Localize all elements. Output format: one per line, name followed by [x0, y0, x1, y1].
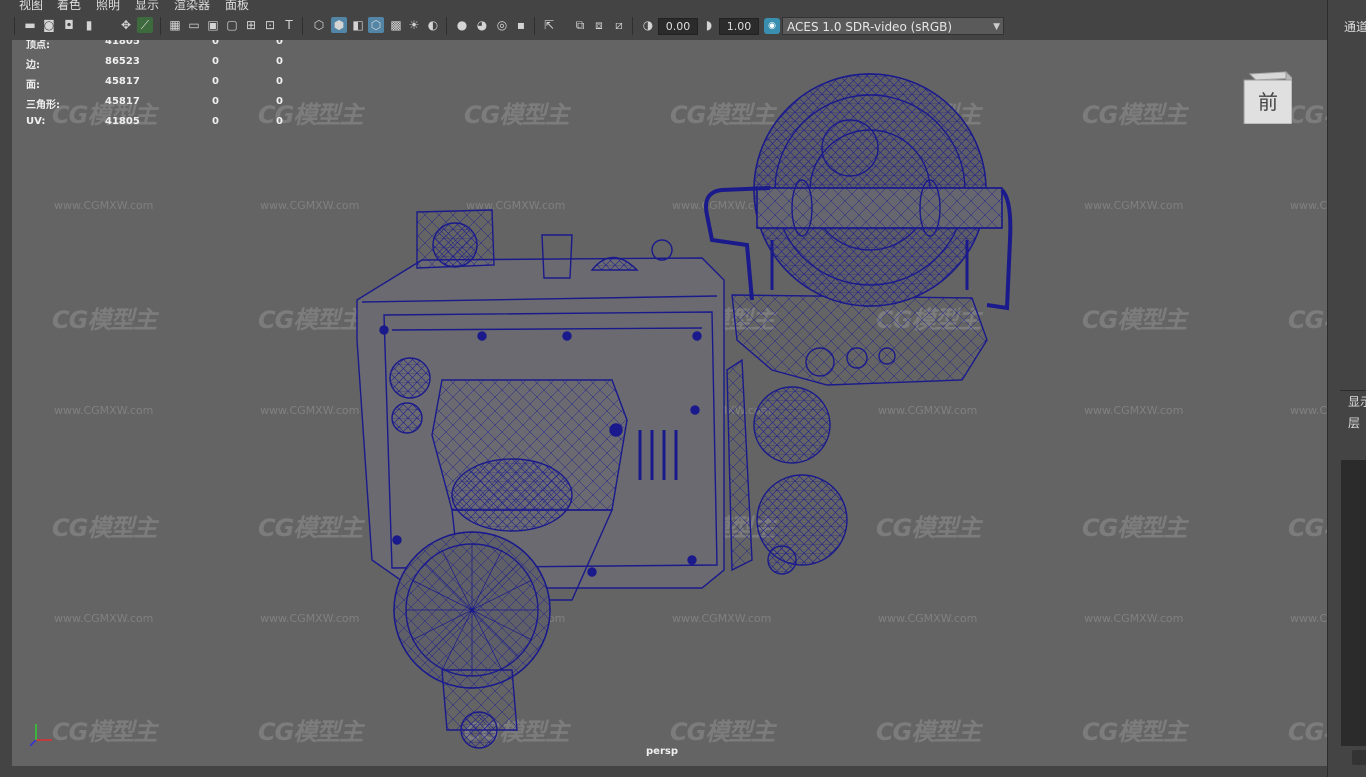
hud-value: 0	[212, 56, 219, 67]
toolbar-separator	[14, 17, 15, 35]
anti-aliasing-icon[interactable]: ◎	[494, 17, 510, 33]
layer-list[interactable]	[1341, 460, 1366, 746]
menu-shading[interactable]: 着色	[57, 0, 81, 13]
toolbar-separator	[160, 17, 161, 35]
move-tool-icon[interactable]: ✥	[118, 17, 134, 33]
exposure-icon[interactable]: ◑	[640, 17, 656, 33]
hud-value: 0	[212, 40, 219, 47]
toolbar-separator	[534, 17, 535, 35]
camera-attributes-icon[interactable]: ◙	[41, 17, 57, 33]
viewport-bottom-border	[0, 766, 1327, 777]
hud-value: 0	[276, 76, 283, 87]
viewport-left-border	[0, 40, 12, 777]
hud-value: 0	[212, 96, 219, 107]
field-chart-icon[interactable]: ⊞	[243, 17, 259, 33]
bookmarks-icon[interactable]: ▮	[81, 17, 97, 33]
hud-label: UV:	[26, 116, 46, 127]
hud-value: 0	[276, 40, 283, 47]
panel-menu-bar: 视图 着色 照明 显示 渲染器 面板	[0, 0, 1326, 13]
menu-panels[interactable]: 面板	[225, 0, 249, 13]
panel-toolbar: ▬ ◙ ◘ ▮ ✥ ⟋ ▦ ▭ ▣ ▢ ⊞ ⊡ T ⬡ ⬢ ◧ ⬡ ▩ ☀ ◐ …	[0, 13, 1326, 41]
grease-pencil-icon[interactable]: ⟋	[137, 17, 153, 33]
exposure-input[interactable]: 0.00	[658, 18, 698, 35]
safe-title-icon[interactable]: T	[281, 17, 297, 33]
xray-icon[interactable]: ⧉	[572, 17, 588, 33]
panel-divider	[1340, 390, 1366, 391]
gamma-icon[interactable]: ◗	[701, 17, 717, 33]
hud-label: 边:	[26, 60, 40, 71]
lights-icon[interactable]: ☀	[406, 17, 422, 33]
backface-culling-icon[interactable]: ⧄	[611, 17, 627, 33]
textured-icon[interactable]: ▩	[388, 17, 404, 33]
hud-label: 顶点:	[26, 40, 50, 51]
hud-value: 41805	[105, 40, 140, 47]
menu-renderer[interactable]: 渲染器	[174, 0, 210, 13]
hud-value: 86523	[105, 56, 140, 67]
display-tab[interactable]: 显示	[1348, 393, 1366, 410]
wireframe-icon[interactable]: ⬡	[311, 17, 327, 33]
viewcube-face-label[interactable]: 前	[1258, 90, 1278, 114]
layer-tab[interactable]: 层	[1348, 414, 1360, 431]
wireframe-model[interactable]	[12, 40, 1327, 766]
shadows-icon[interactable]: ◐	[425, 17, 441, 33]
hud-value: 0	[212, 116, 219, 127]
hud-value: 45817	[105, 76, 140, 87]
layer-scroll-handle[interactable]	[1352, 750, 1366, 765]
hud-value: 41805	[105, 116, 140, 127]
hud-label: 三角形:	[26, 100, 60, 111]
hud-label: 面:	[26, 80, 40, 91]
hud-value: 0	[212, 76, 219, 87]
menu-view[interactable]: 视图	[19, 0, 43, 13]
toolbar-separator	[302, 17, 303, 35]
menu-lighting[interactable]: 照明	[96, 0, 120, 13]
color-space-dropdown[interactable]: ACES 1.0 SDR-video (sRGB) ▼	[782, 17, 1004, 35]
hud-value: 0	[276, 96, 283, 107]
select-camera-icon[interactable]: ▬	[22, 17, 38, 33]
gate-mask-icon[interactable]: ▢	[224, 17, 240, 33]
camera-lock-icon[interactable]: ◘	[61, 17, 77, 33]
isolate-select-icon[interactable]: ⇱	[541, 17, 557, 33]
smooth-shade-icon[interactable]: ⬢	[331, 17, 347, 33]
toolbar-separator	[446, 17, 447, 35]
viewcube[interactable]: 前	[1242, 68, 1292, 124]
channel-box-tab[interactable]: 通道	[1344, 18, 1366, 35]
toolbar-separator	[632, 17, 633, 35]
camera-name-label: persp	[646, 746, 678, 757]
chevron-down-icon: ▼	[993, 22, 1000, 32]
color-space-value: ACES 1.0 SDR-video (sRGB)	[787, 20, 953, 34]
hud-value: 0	[276, 116, 283, 127]
perspective-viewport[interactable]: CG模型主CG模型主CG模型主CG模型主CG模型主CG模型主CG模型主www.C…	[12, 40, 1327, 766]
depth-of-field-icon[interactable]: ▪	[513, 17, 529, 33]
resolution-gate-icon[interactable]: ▣	[205, 17, 221, 33]
axis-gizmo-icon	[29, 724, 52, 747]
safe-action-icon[interactable]: ⊡	[262, 17, 278, 33]
channel-box-panel: 通道 显示 层	[1327, 0, 1366, 777]
motion-blur-icon[interactable]: ◕	[474, 17, 490, 33]
grid-icon[interactable]: ▦	[167, 17, 183, 33]
xray-joints-icon[interactable]: ⧈	[591, 17, 607, 33]
color-management-icon[interactable]: ◉	[764, 18, 780, 34]
wireframe-on-shaded-icon[interactable]: ⬡	[368, 17, 384, 33]
menu-show[interactable]: 显示	[135, 0, 159, 13]
film-gate-icon[interactable]: ▭	[186, 17, 202, 33]
flat-shade-icon[interactable]: ◧	[350, 17, 366, 33]
hud-value: 0	[276, 56, 283, 67]
gamma-input[interactable]: 1.00	[719, 18, 759, 35]
screen-space-ao-icon[interactable]: ●	[454, 17, 470, 33]
hud-value: 45817	[105, 96, 140, 107]
